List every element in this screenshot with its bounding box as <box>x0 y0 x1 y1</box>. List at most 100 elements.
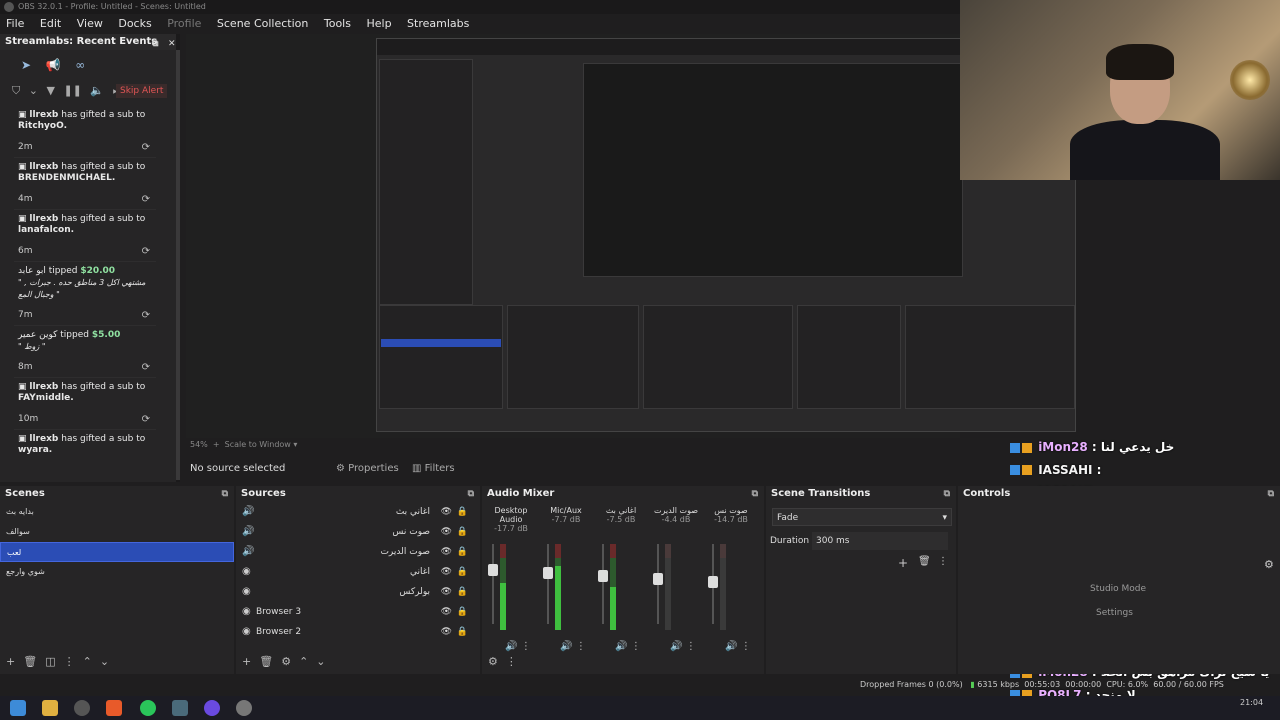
settings-button[interactable]: Settings <box>1096 608 1133 618</box>
eye-icon[interactable]: 👁 <box>441 542 452 562</box>
trash-icon[interactable]: 🗑 <box>23 655 37 668</box>
eye-icon[interactable]: 👁 <box>441 582 452 602</box>
down-icon[interactable]: ⌄ <box>100 655 109 668</box>
float-icon[interactable]: ⧉ <box>1268 486 1274 502</box>
up-icon[interactable]: ⌃ <box>83 655 92 668</box>
mute-icon[interactable]: 🔊 <box>725 641 737 652</box>
menu-view[interactable]: View <box>77 17 103 30</box>
volume-fader[interactable] <box>543 544 553 624</box>
lock-icon[interactable]: 🔒 <box>457 602 468 622</box>
pause-icon[interactable]: ❚❚ <box>63 84 81 97</box>
source-item[interactable]: ◉ اغاني 👁 🔒 <box>236 562 480 582</box>
replay-icon[interactable]: ⟳ <box>142 194 150 205</box>
add-icon[interactable]: + <box>242 655 251 668</box>
dock-scrollbar[interactable] <box>176 50 180 480</box>
eye-icon[interactable]: 👁 <box>441 502 452 522</box>
trash-icon[interactable]: 🗑 <box>259 655 273 668</box>
source-item[interactable]: ◉ Browser 2 👁 🔒 <box>236 622 480 642</box>
scene-item[interactable]: سوالف <box>0 522 234 542</box>
lock-icon[interactable]: 🔒 <box>457 622 468 642</box>
volume-fader[interactable] <box>488 544 498 624</box>
duration-input[interactable]: 300 ms <box>812 532 948 550</box>
menu-icon[interactable]: ⋮ <box>631 641 641 652</box>
replay-icon[interactable]: ⟳ <box>142 246 150 257</box>
replay-icon[interactable]: ⟳ <box>142 142 150 153</box>
menu-profile[interactable]: Profile <box>167 17 201 30</box>
filter-icon[interactable]: ▼ <box>46 84 54 97</box>
volume-fader[interactable] <box>708 544 718 624</box>
discord-icon[interactable] <box>204 700 220 716</box>
source-item[interactable]: 🔊 صوت الديرت 👁 🔒 <box>236 542 480 562</box>
megaphone-icon[interactable]: 📢 <box>45 58 61 72</box>
gear-icon[interactable]: ⚙ <box>488 655 498 668</box>
fader-knob[interactable] <box>653 573 663 585</box>
filter-icon[interactable]: ◫ <box>45 655 55 668</box>
menu-icon[interactable]: ⋮ <box>938 556 948 567</box>
lock-icon[interactable]: 🔒 <box>457 522 468 542</box>
whatsapp-icon[interactable] <box>140 700 156 716</box>
settings-app-icon[interactable] <box>236 700 252 716</box>
link-icon[interactable]: ∞ <box>72 58 88 72</box>
source-item[interactable]: 🔊 صوت نس 👁 🔒 <box>236 522 480 542</box>
source-item[interactable]: ◉ Browser 3 👁 🔒 <box>236 602 480 622</box>
float-icon[interactable]: ⧉ <box>752 486 758 502</box>
mute-icon[interactable]: 🔊 <box>615 641 627 652</box>
menu-edit[interactable]: Edit <box>40 17 61 30</box>
brave-browser-icon[interactable] <box>106 700 122 716</box>
mute-icon[interactable]: 🔊 <box>560 641 572 652</box>
zoom-level[interactable]: 54% <box>190 440 208 449</box>
windows-start-icon[interactable] <box>10 700 26 716</box>
properties-button[interactable]: ⚙ Properties <box>330 460 405 478</box>
eye-icon[interactable]: 👁 <box>441 522 452 542</box>
fader-knob[interactable] <box>488 564 498 576</box>
eye-icon[interactable]: 👁 <box>441 562 452 582</box>
app-icon[interactable] <box>172 700 188 716</box>
scene-item[interactable]: بدايه بث <box>0 502 234 522</box>
eye-icon[interactable]: 👁 <box>441 602 452 622</box>
fader-knob[interactable] <box>598 570 608 582</box>
menu-icon[interactable]: ⋮ <box>521 641 531 652</box>
replay-icon[interactable]: ⟳ <box>142 414 150 425</box>
filters-button[interactable]: ▥ Filters <box>406 460 461 478</box>
volume-fader[interactable] <box>598 544 608 624</box>
send-icon[interactable]: ➤ <box>18 58 34 72</box>
float-icon[interactable]: ⧉ <box>468 486 474 502</box>
lock-icon[interactable]: 🔒 <box>457 562 468 582</box>
file-explorer-icon[interactable] <box>42 700 58 716</box>
menu-icon[interactable]: ⋮ <box>686 641 696 652</box>
menu-scene-collection[interactable]: Scene Collection <box>217 17 308 30</box>
lock-icon[interactable]: 🔒 <box>457 502 468 522</box>
trash-icon[interactable]: 🗑 <box>918 556 931 567</box>
studio-mode-button[interactable]: Studio Mode <box>1090 584 1146 594</box>
mute-icon[interactable]: 🔈 <box>90 84 104 97</box>
source-item[interactable]: ◉ بولركس 👁 🔒 <box>236 582 480 602</box>
menu-icon[interactable]: ⋮ <box>576 641 586 652</box>
transition-select[interactable]: Fade ▾ <box>772 508 952 526</box>
add-transition-icon[interactable]: + <box>898 556 908 570</box>
obs-taskbar-icon[interactable] <box>74 700 90 716</box>
mute-icon[interactable]: 🔊 <box>670 641 682 652</box>
menu-streamlabs[interactable]: Streamlabs <box>407 17 469 30</box>
scale-select[interactable]: Scale to Window <box>225 440 291 449</box>
menu-icon[interactable]: ⋮ <box>64 655 75 668</box>
fader-knob[interactable] <box>543 567 553 579</box>
down-icon[interactable]: ⌄ <box>316 655 325 668</box>
float-icon[interactable]: ⧉ <box>222 486 228 502</box>
replay-icon[interactable]: ⟳ <box>142 362 150 373</box>
replay-icon[interactable]: ⟳ <box>142 310 150 321</box>
add-icon[interactable]: + <box>6 655 15 668</box>
source-item[interactable]: 🔊 اغاني بث 👁 🔒 <box>236 502 480 522</box>
fader-knob[interactable] <box>708 576 718 588</box>
close-icon[interactable]: ✕ <box>168 36 176 52</box>
lock-icon[interactable]: 🔒 <box>457 582 468 602</box>
chevron-down-icon[interactable]: ⌄ <box>29 84 38 97</box>
float-icon[interactable]: ⧉ <box>944 486 950 502</box>
menu-file[interactable]: File <box>6 17 24 30</box>
menu-help[interactable]: Help <box>366 17 391 30</box>
lock-icon[interactable]: 🔒 <box>457 542 468 562</box>
mute-icon[interactable]: 🔊 <box>505 641 517 652</box>
scene-item[interactable]: شوي وارجع <box>0 562 234 582</box>
volume-fader[interactable] <box>653 544 663 624</box>
menu-tools[interactable]: Tools <box>324 17 351 30</box>
eye-icon[interactable]: 👁 <box>441 622 452 642</box>
